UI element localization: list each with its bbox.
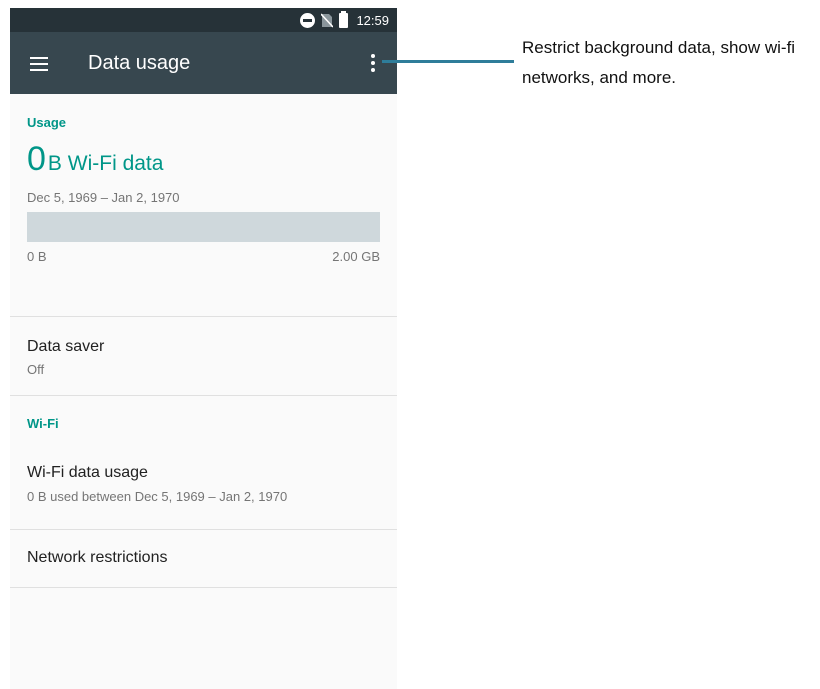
divider	[10, 395, 397, 396]
wifi-section-header: Wi-Fi	[27, 416, 59, 431]
usage-amount: 0B Wi-Fi data	[27, 140, 163, 179]
callout-annotation: Restrict background data, show wi-fi net…	[522, 38, 796, 87]
usage-amount-unit: B Wi-Fi data	[47, 152, 164, 175]
data-saver-item[interactable]: Data saver Off	[10, 317, 397, 395]
usage-axis-max: 2.00 GB	[332, 249, 380, 264]
wifi-data-usage-summary: 0 B used between Dec 5, 1969 – Jan 2, 19…	[27, 489, 288, 504]
usage-axis-min: 0 B	[27, 249, 47, 264]
divider	[10, 587, 397, 588]
usage-section-header: Usage	[27, 115, 67, 130]
status-time: 12:59	[356, 12, 389, 28]
callout-line	[382, 60, 514, 63]
phone-screen: 12:59 Data usage Usage 0B Wi-Fi data Dec…	[10, 8, 397, 689]
data-saver-title: Data saver	[27, 338, 105, 355]
data-saver-summary: Off	[27, 362, 45, 377]
no-sim-icon	[320, 12, 335, 28]
network-restrictions-item[interactable]: Network restrictions	[10, 530, 397, 587]
network-restrictions-title: Network restrictions	[27, 549, 168, 566]
battery-icon	[339, 10, 349, 28]
wifi-data-usage-item[interactable]: Wi-Fi data usage 0 B used between Dec 5,…	[10, 452, 397, 529]
status-icons: 12:59	[300, 8, 389, 32]
usage-amount-number: 0	[27, 140, 46, 178]
usage-progress-bar	[27, 212, 380, 242]
hamburger-menu-icon[interactable]	[24, 51, 54, 77]
usage-date-range[interactable]: Dec 5, 1969 – Jan 2, 1970	[27, 190, 180, 205]
wifi-data-usage-title: Wi-Fi data usage	[27, 464, 148, 481]
status-bar: 12:59	[10, 8, 397, 32]
more-vert-icon[interactable]	[364, 50, 382, 76]
do-not-disturb-icon	[300, 12, 316, 28]
page-title: Data usage	[88, 52, 191, 74]
app-toolbar: Data usage	[10, 32, 397, 94]
